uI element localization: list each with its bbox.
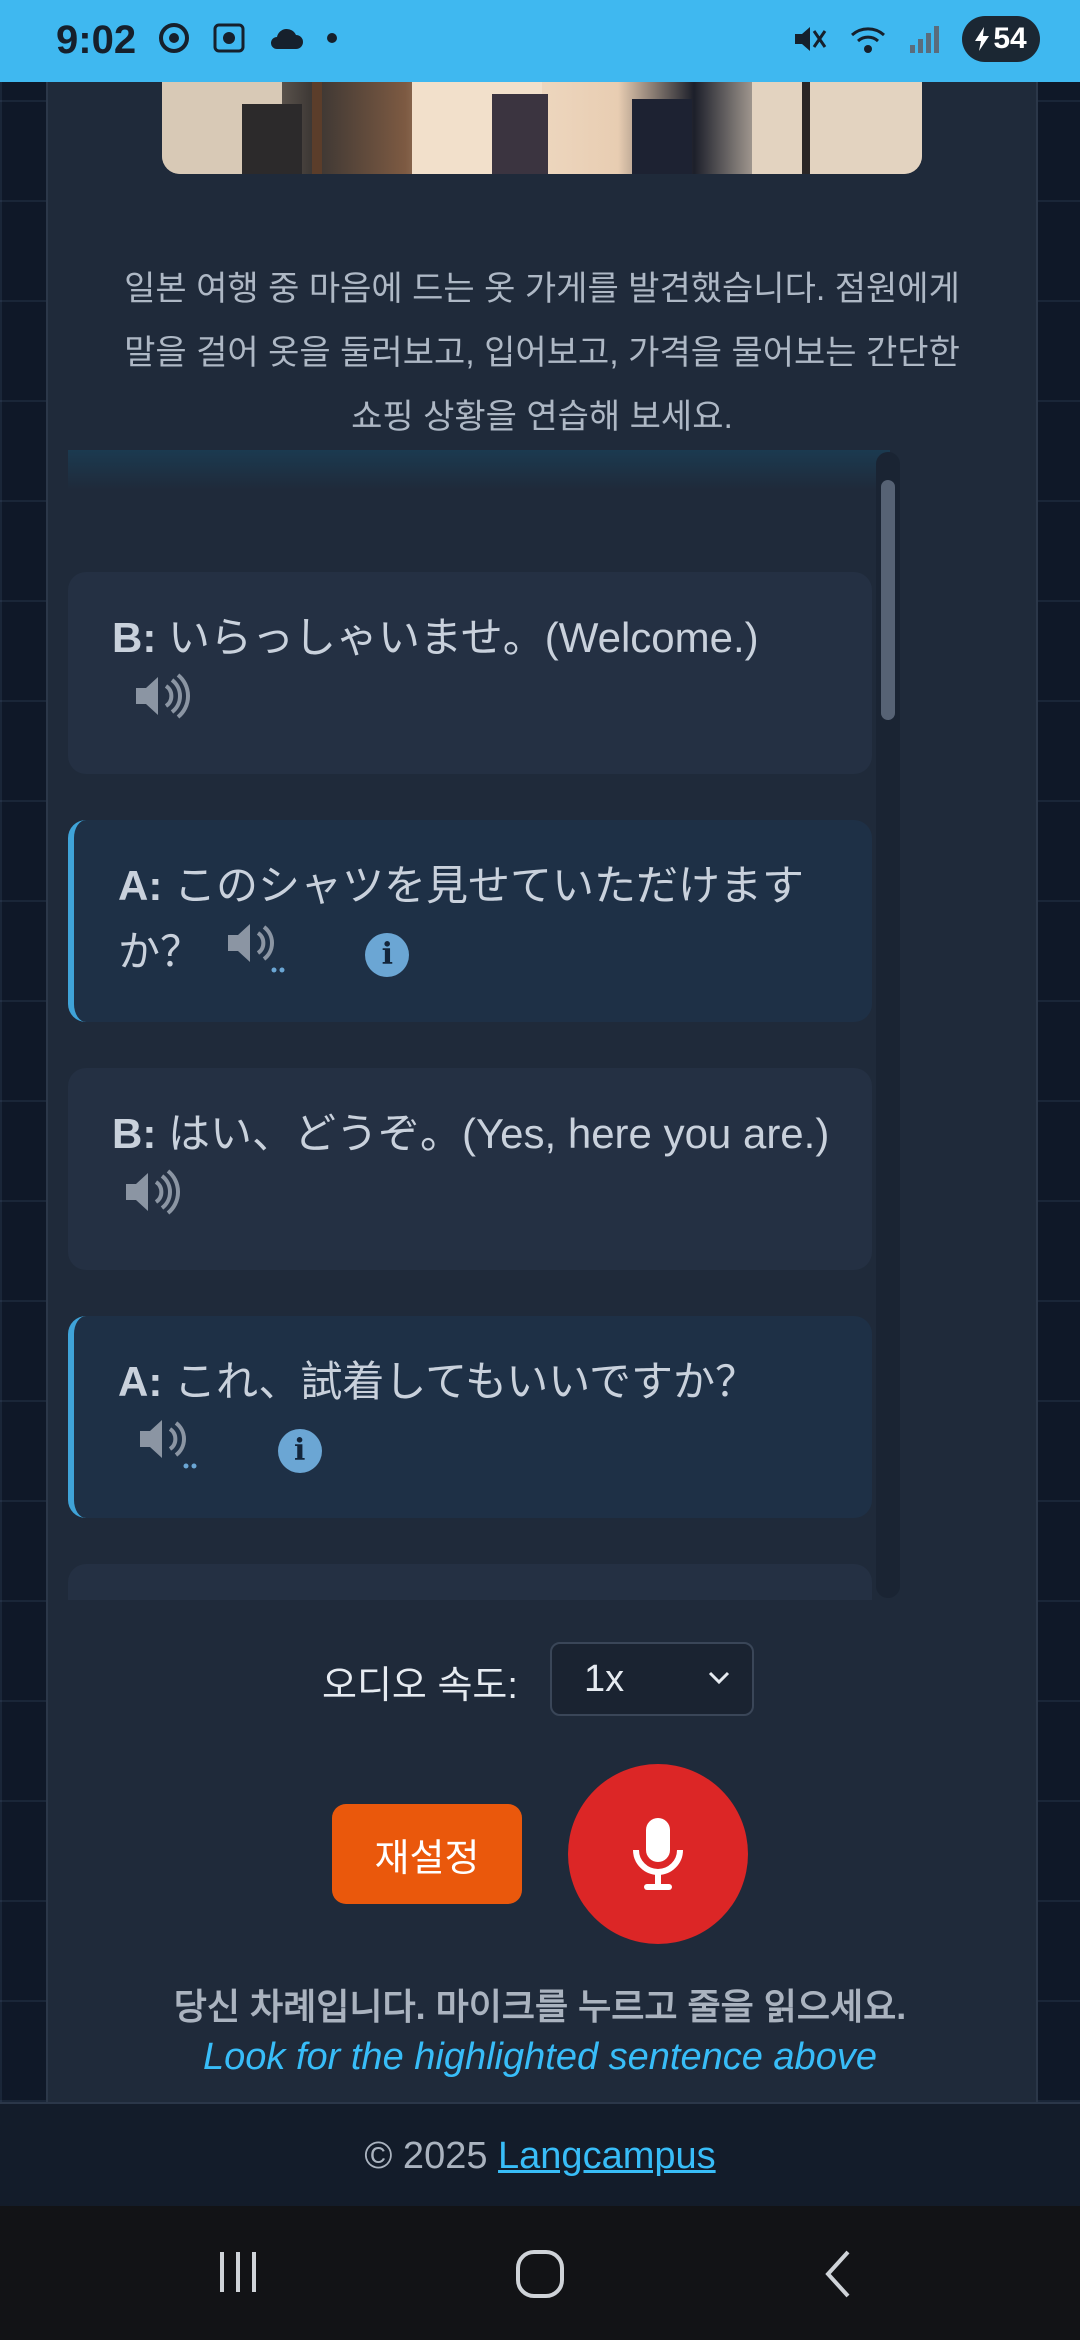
dialogue-line-highlighted: A: これ、試着してもいいですか？ i bbox=[68, 1316, 872, 1518]
speaker-slow-icon[interactable] bbox=[136, 1414, 206, 1488]
footer: © 2025 Langcampus bbox=[0, 2102, 1080, 2208]
microphone-icon bbox=[633, 1818, 683, 1890]
battery-icon: 54 bbox=[962, 16, 1040, 62]
dialogue-line-highlighted: A: このシャツを見せていただけますか？ i bbox=[68, 820, 872, 1022]
home-icon[interactable] bbox=[512, 2246, 568, 2302]
scenario-description: 일본 여행 중 마음에 드는 옷 가게를 발견했습니다. 점원에게 말을 걸어 … bbox=[124, 270, 960, 436]
speaker-label: B: bbox=[112, 614, 157, 661]
info-icon[interactable]: i bbox=[277, 1429, 322, 1473]
hint-text: Look for the highlighted sentence above bbox=[203, 2036, 877, 2078]
line-text: これ、試着してもいいですか？ bbox=[174, 1358, 757, 1405]
scrollbar-thumb[interactable] bbox=[881, 480, 895, 720]
status-time: 9:02 bbox=[56, 18, 137, 62]
system-nav-bar bbox=[0, 2206, 1080, 2340]
signal-icon bbox=[910, 26, 939, 53]
speaker-label: A: bbox=[118, 1358, 163, 1405]
wifi-icon bbox=[851, 27, 885, 53]
dot-icon bbox=[327, 33, 337, 43]
chevron-down-icon bbox=[708, 1671, 730, 1685]
chrome-icon bbox=[159, 23, 189, 53]
speaker-icon[interactable] bbox=[132, 671, 192, 739]
turn-instruction: 당신 차례입니다. 마이크를 누르고 줄을 읽으세요. bbox=[173, 1986, 907, 2027]
reset-button[interactable]: 재설정 bbox=[332, 1804, 522, 1904]
line-text: はい、どうぞ。(Yes, here you are.) bbox=[168, 1110, 830, 1157]
langcampus-link[interactable]: Langcampus bbox=[498, 2135, 716, 2177]
copyright-text: © 2025 bbox=[364, 2135, 488, 2177]
mute-icon bbox=[795, 27, 827, 51]
dialogue-line bbox=[68, 1564, 872, 1600]
line-text: このシャツを見せていただけますか？ bbox=[118, 862, 805, 976]
speaker-label: A: bbox=[118, 862, 163, 909]
line-text: いらっしゃいませ。(Welcome.) bbox=[168, 614, 759, 661]
dialogue-list[interactable]: B: いらっしゃいませ。(Welcome.) A: このシャツを見せていただけま… bbox=[68, 450, 890, 1600]
record-button[interactable] bbox=[568, 1764, 748, 1944]
cloud-icon bbox=[271, 28, 303, 49]
speaker-label: B: bbox=[112, 1110, 157, 1157]
audio-speed-label: 오디오 속도: bbox=[322, 1665, 518, 1707]
dialogue-line: B: いらっしゃいませ。(Welcome.) bbox=[68, 572, 872, 774]
scroll-fade bbox=[68, 450, 890, 490]
charging-icon bbox=[975, 27, 990, 51]
info-icon[interactable]: i bbox=[365, 933, 410, 977]
status-icons-right: 54 bbox=[792, 16, 1040, 62]
dialogue-scrollbar[interactable] bbox=[876, 452, 900, 1598]
back-icon[interactable] bbox=[818, 2246, 858, 2302]
recent-apps-icon[interactable] bbox=[214, 2246, 262, 2296]
dialogue-line: B: はい、どうぞ。(Yes, here you are.) bbox=[68, 1068, 872, 1270]
status-icons-left bbox=[158, 22, 338, 54]
audio-speed-value: 1x bbox=[584, 1658, 625, 1700]
status-bar: 9:02 54 bbox=[0, 0, 1080, 82]
speaker-slow-icon[interactable] bbox=[224, 918, 294, 992]
battery-level: 54 bbox=[993, 22, 1027, 55]
audio-speed-select[interactable]: 1x bbox=[550, 1642, 754, 1716]
speaker-icon[interactable] bbox=[122, 1167, 182, 1235]
screenshot-icon bbox=[213, 23, 245, 53]
scenario-image bbox=[162, 82, 922, 174]
